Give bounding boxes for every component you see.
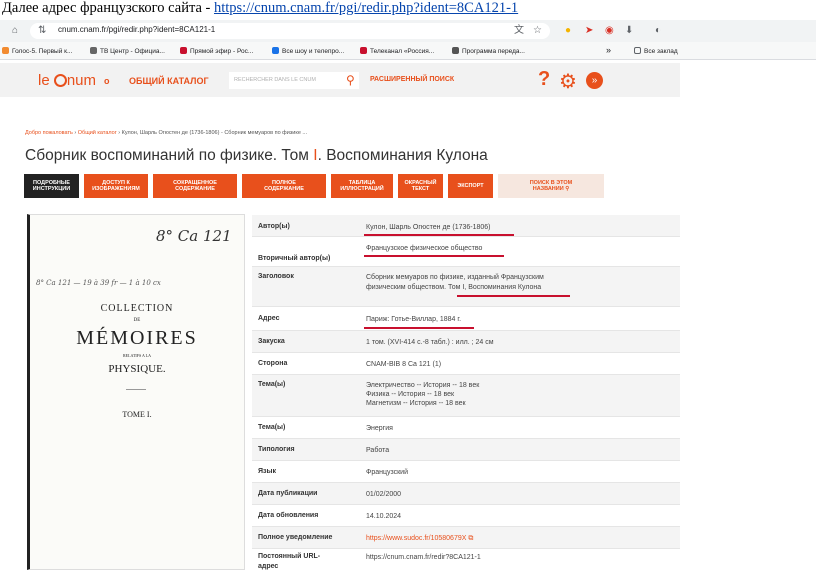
url-text: cnum.cnam.fr/pgi/redir.php?ident=8CA121-…: [58, 25, 216, 34]
catalog-link[interactable]: ОБЩИЙ КАТАЛОГ: [129, 76, 209, 86]
bookmarks-bar: Голос-5. Первый к... ТВ Центр - Официа..…: [0, 42, 816, 60]
page-title: Сборник воспоминаний по физике. Том I. В…: [25, 147, 488, 164]
rss-icon[interactable]: »: [586, 72, 603, 89]
detail-row-secondary-author: Вторичный автор(ы) Французское физическо…: [252, 237, 680, 267]
notice-link[interactable]: https://www.sudoc.fr/10580679X ⧉: [366, 534, 473, 543]
search-icon[interactable]: ⚲: [346, 73, 355, 87]
all-bookmarks[interactable]: Все заклад: [634, 47, 678, 55]
tab-export[interactable]: ЭКСПОРТ: [448, 174, 493, 198]
book-tome: TOME I.: [122, 410, 152, 419]
advanced-search-link[interactable]: РАСШИРЕННЫЙ ПОИСК: [370, 76, 454, 83]
bookmark-item[interactable]: ТВ Центр - Официа...: [90, 47, 165, 55]
tab-full-contents[interactable]: ПОЛНОЕ СОДЕРЖАНИЕ: [242, 174, 326, 198]
book-divider: [126, 389, 146, 390]
red-underline: [457, 295, 570, 297]
bookmark-item[interactable]: Прямой эфир - Рос...: [180, 47, 253, 55]
profile-icon[interactable]: ◐: [655, 26, 661, 36]
shelfmark-handwriting: 8° Ca 121: [156, 227, 232, 245]
subject-link[interactable]: Электричество -- История -- 18 век: [366, 381, 479, 390]
detail-row-published: Дата публикации 01/02/2000: [252, 483, 680, 505]
book-de: DE: [133, 318, 141, 323]
book-collection: COLLECTION: [100, 303, 174, 314]
breadcrumb-catalog[interactable]: Общий каталог: [78, 130, 117, 136]
book-memoires: MÉMOIRES: [76, 327, 198, 349]
subject-link[interactable]: Магнетизм -- История -- 18 век: [366, 399, 466, 408]
browser-window: ⌂ ⇅ cnum.cnam.fr/pgi/redir.php?ident=8CA…: [0, 20, 816, 573]
search-placeholder: RECHERCHER DANS LE CNUM: [234, 77, 316, 83]
tab-image-access[interactable]: ДОСТУП К ИЗОБРАЖЕНИЯМ: [84, 174, 148, 198]
book-relatifs: RELATIFS A LA: [122, 353, 151, 358]
caption-text: Далее адрес французского сайта -: [2, 0, 214, 16]
bookmark-star-icon[interactable]: ☆: [533, 26, 542, 36]
help-icon[interactable]: ?: [538, 68, 550, 91]
bookmark-item[interactable]: Программа переда...: [452, 47, 525, 55]
bookmark-item[interactable]: Голос-5. Первый к...: [2, 47, 72, 55]
detail-row-notice: Полное уведомление https://www.sudoc.fr/…: [252, 527, 680, 549]
detail-row-address: Адрес Париж: Готье-Виллар, 1884 г.: [252, 307, 680, 331]
bookmark-favicon-icon: [2, 47, 9, 54]
home-icon[interactable]: ⌂: [12, 26, 18, 36]
breadcrumb: Добро пожаловать › Общий каталог › Кулон…: [25, 130, 308, 136]
detail-row-language: Язык Французский: [252, 461, 680, 483]
secondary-author-link[interactable]: Французское физическое общество: [366, 244, 482, 253]
detail-row-typology: Типология Работа: [252, 439, 680, 461]
extension-icon[interactable]: ●: [565, 26, 571, 36]
detail-row-subjects-2: Тема(ы) Энергия: [252, 417, 680, 439]
detail-row-shelfmark: Сторона CNAM-BIB 8 Ca 121 (1): [252, 353, 680, 375]
caption-link[interactable]: https://cnum.cnam.fr/pgi/redir.php?ident…: [214, 0, 518, 16]
permalink-text[interactable]: https://cnum.cnam.fr/redir?8CA121-1: [366, 553, 481, 562]
caption: Далее адрес французского сайта - https:/…: [2, 0, 518, 17]
page-content: le num o ОБЩИЙ КАТАЛОГ RECHERCHER DANS L…: [0, 60, 680, 573]
handwritten-note: 8° Ca 121 — 19 à 39 fr — 1 à 10 cx: [36, 279, 161, 287]
author-link[interactable]: Кулон, Шарль Огюстен де (1736-1806): [366, 223, 491, 232]
detail-row-collation: Закуска 1 том. (XVI-414 с.-8 табл.) : ил…: [252, 331, 680, 353]
red-underline: [364, 255, 504, 257]
detail-row-subjects: Тема(ы) Электричество -- История -- 18 в…: [252, 375, 680, 417]
detail-row-updated: Дата обновления 14.10.2024: [252, 505, 680, 527]
translate-icon[interactable]: 文: [514, 26, 524, 36]
tab-search-in-title[interactable]: ПОИСК В ЭТОМ НАЗВАНИИ ⚲: [498, 174, 604, 198]
external-link-icon: ⧉: [468, 535, 474, 542]
site-info-icon[interactable]: ⇅: [38, 26, 46, 36]
folder-icon: [634, 47, 641, 54]
menu-o: o: [104, 76, 110, 86]
bookmark-item[interactable]: Все шоу и телепро...: [272, 47, 344, 55]
bookmark-favicon-icon: [90, 47, 97, 54]
subject-link[interactable]: Энергия: [366, 424, 393, 433]
detail-row-author: Автор(ы) Кулон, Шарль Огюстен де (1736-1…: [252, 215, 680, 237]
tab-ocr-text[interactable]: ОКРАСНЫЙ ТЕКСТ: [398, 174, 443, 198]
tab-illustrations[interactable]: ТАБЛИЦА ИЛЛЮСТРАЦИЙ: [331, 174, 393, 198]
download-icon[interactable]: ⬇: [625, 26, 633, 36]
address-bar[interactable]: ⇅ cnum.cnam.fr/pgi/redir.php?ident=8CA12…: [30, 23, 550, 39]
bookmark-favicon-icon: [360, 47, 367, 54]
cnum-logo[interactable]: le num: [38, 72, 96, 89]
breadcrumb-home[interactable]: Добро пожаловать: [25, 130, 73, 136]
bookmark-favicon-icon: [180, 47, 187, 54]
bookmark-favicon-icon: [452, 47, 459, 54]
browser-toolbar: ⌂ ⇅ cnum.cnam.fr/pgi/redir.php?ident=8CA…: [0, 20, 816, 42]
bookmark-item[interactable]: Телеканал «Россия...: [360, 47, 434, 55]
breadcrumb-current: Кулон, Шарль Огюстен де (1736-1806) - Сб…: [121, 130, 308, 136]
site-header: le num o ОБЩИЙ КАТАЛОГ RECHERCHER DANS L…: [0, 63, 680, 97]
detail-row-permalink: Постоянный URL- адрес https://cnum.cnam.…: [258, 553, 481, 570]
red-underline: [364, 234, 514, 236]
bookmark-favicon-icon: [272, 47, 279, 54]
more-bookmarks-button[interactable]: »: [606, 45, 611, 55]
tab-detailed-instructions[interactable]: ПОДРОБНЫЕ ИНСТРУКЦИИ: [24, 174, 79, 198]
gear-icon[interactable]: ⚙: [559, 69, 577, 94]
rocket-icon[interactable]: ➤: [585, 26, 593, 36]
red-underline: [364, 327, 474, 329]
book-physique: PHYSIQUE.: [108, 363, 166, 375]
record-icon[interactable]: ◉: [605, 26, 614, 36]
tab-short-contents[interactable]: СОКРАЩЕННОЕ СОДЕРЖАНИЕ: [153, 174, 237, 198]
detail-row-title: Заголовок Сборник мемуаров по физике, из…: [252, 267, 680, 307]
subject-link[interactable]: Физика -- История -- 18 век: [366, 390, 454, 399]
search-input[interactable]: RECHERCHER DANS LE CNUM ⚲: [229, 72, 359, 89]
search-icon: ⚲: [565, 186, 570, 192]
book-thumbnail[interactable]: 8° Ca 121 8° Ca 121 — 19 à 39 fr — 1 à 1…: [27, 214, 245, 570]
logo-circle-icon: [53, 74, 67, 87]
